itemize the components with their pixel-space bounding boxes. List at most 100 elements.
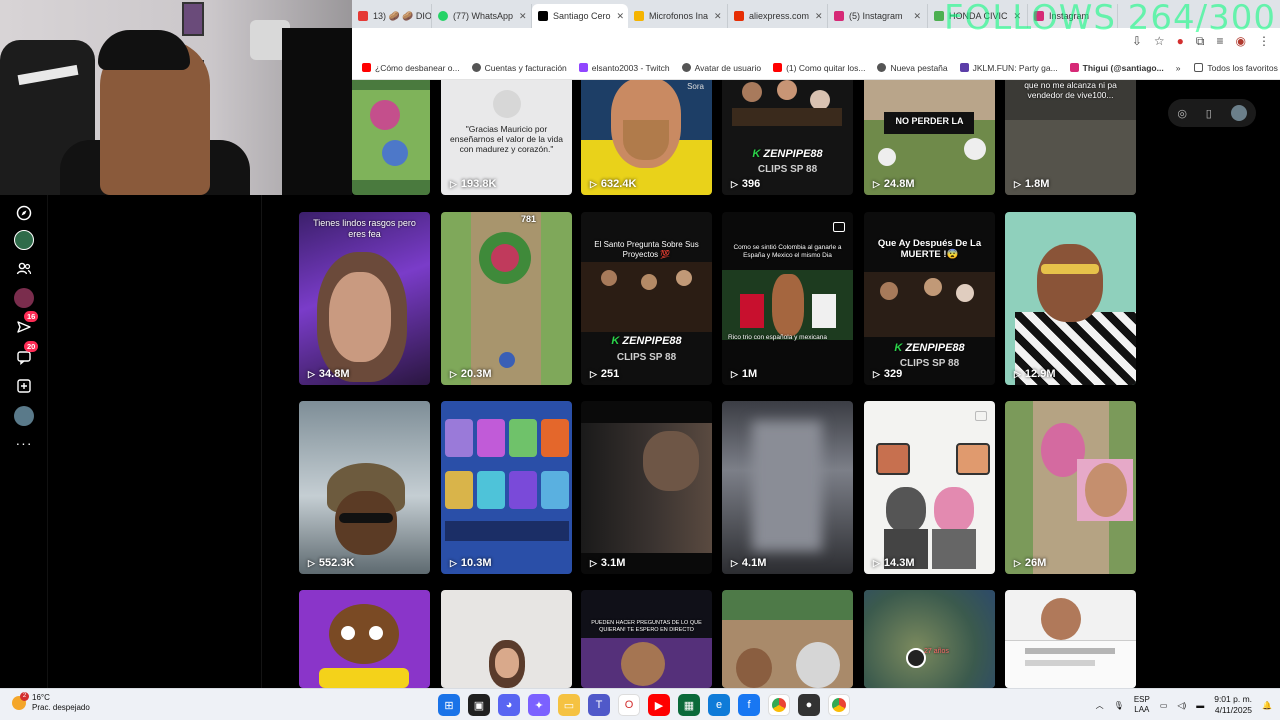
view-count: ▷ 552.3K [308,557,355,569]
weather-widget[interactable]: 2 16°C Prac. despejado [12,692,90,713]
reading-list-icon[interactable]: ≡ [1217,34,1224,49]
bookmark[interactable]: Avatar de usuario [681,63,761,73]
task-view-icon[interactable]: ▣ [468,694,490,716]
globe-icon [681,63,691,72]
bookmarks-more[interactable]: » [1176,63,1181,73]
opera-taskbar-icon[interactable]: O [618,694,640,716]
obs-icon[interactable]: ● [798,694,820,716]
profile-avatar[interactable] [14,406,34,426]
play-icon: ▷ [731,368,738,379]
volume-icon[interactable]: ◁) [1177,701,1186,710]
edge-icon[interactable]: e [708,694,730,716]
video-card[interactable]: "Gracias Mauricio por enseñarnos el valo… [441,60,572,195]
following-avatar[interactable] [14,230,34,250]
chrome-profile-icon[interactable] [828,694,850,716]
copilot-icon[interactable]: ✦ [528,694,550,716]
extensions-icon[interactable]: ⧉ [1196,34,1205,49]
upload-icon[interactable] [12,374,36,398]
video-card[interactable]: ▷ 26M [1005,401,1136,574]
browser-tab[interactable]: Instagram [1028,4,1118,28]
play-icon: ▷ [450,368,457,379]
video-card[interactable]: 781 ▷ 20.3M [441,212,572,385]
clock[interactable]: 9:01 p. m. 4/11/2025 [1214,694,1252,716]
app-icon[interactable]: ▦ [678,694,700,716]
video-caption: Que Ay Después De La MUERTE !😨 [877,238,982,261]
browser-tab[interactable]: aliexpress.com ✕ [728,4,828,28]
video-card[interactable]: ▷ 14.3M [864,401,995,574]
browser-tab-active[interactable]: Santiago Cero ✕ [532,4,628,28]
browser-tab[interactable]: HONDA CIVIC ✕ [928,4,1028,28]
opera-icon[interactable]: ● [1177,34,1184,49]
bookmark[interactable]: Cuentas y facturación [471,63,567,73]
clips-label: CLIPS SP 88 [616,352,677,363]
video-card[interactable] [722,590,853,688]
bookmark[interactable]: Nueva pestaña [877,63,948,73]
video-card[interactable]: ▷ 4.1M [722,401,853,574]
explore-icon[interactable] [12,201,36,225]
video-card[interactable]: ▷ 12.9M [1005,212,1136,385]
install-app-icon[interactable]: ⇩ [1132,34,1142,49]
youtube-taskbar-icon[interactable]: ▶ [648,694,670,716]
tray-overflow-icon[interactable]: ︿ [1096,700,1104,711]
star-icon[interactable]: ☆ [1154,34,1165,49]
zenpipe-label: K ZENPIPE88 [894,342,965,354]
discord-icon[interactable]: ◕ [498,694,520,716]
play-icon: ▷ [873,557,880,568]
file-explorer-icon[interactable]: ▭ [558,694,580,716]
chrome-icon[interactable] [768,694,790,716]
bookmark[interactable]: elsanto2003 - Twitch [578,63,670,73]
profile-icon[interactable]: ◉ [1236,34,1246,49]
video-card[interactable]: El Santo Pregunta Sobre Sus Proyectos 💯 … [581,212,712,385]
bookmark[interactable]: JKLM.FUN: Party ga... [959,63,1058,73]
bookmark[interactable]: ¿Cómo desbanear o... [362,63,460,73]
video-card[interactable]: Tienes lindos rasgos pero eres fea ▷ 34.8… [299,212,430,385]
video-card[interactable]: ▷ 552.3K [299,401,430,574]
language-indicator[interactable]: ESP LAA [1134,695,1150,715]
menu-icon[interactable]: ⋮ [1258,34,1270,49]
facebook-icon[interactable]: f [738,694,760,716]
microphone-icon[interactable]: 🎙 [1114,701,1124,710]
video-card[interactable]: ▷ 3.1M [581,401,712,574]
browser-tab[interactable]: (77) WhatsApp ✕ [432,4,532,28]
browser-tab[interactable]: Microfonos Ina ✕ [628,4,728,28]
play-icon: ▷ [1014,368,1021,379]
browser-tab[interactable]: (5) Instagram ✕ [828,4,928,28]
video-card[interactable]: Como se sintió Colombia al ganarle a Esp… [722,212,853,385]
video-card[interactable]: PUEDEN HACER PREGUNTAS DE LO QUE QUIERAN… [581,590,712,688]
bookmark[interactable]: Thigui (@santiago... [1069,63,1164,73]
view-count: ▷ 193.8K [450,178,497,190]
coin-icon[interactable]: ◎ [1177,107,1187,120]
teams-icon[interactable]: T [588,694,610,716]
windows-start-icon[interactable]: ⊞ [438,694,460,716]
more-icon[interactable]: ··· [12,431,36,455]
network-icon[interactable]: ▭ [1160,701,1168,710]
device-icon[interactable]: ▯ [1206,107,1212,120]
folder-icon [1194,63,1204,72]
video-card[interactable]: 27 años [864,590,995,688]
play-icon: ▷ [1014,178,1021,189]
zenpipe-k-icon: K [611,335,623,347]
battery-icon[interactable]: ▬ [1196,701,1204,710]
video-card[interactable]: Sora ▷ 632.4K [581,60,712,195]
video-card[interactable] [441,590,572,688]
video-card[interactable]: K ZENPIPE88 CLIPS SP 88 ▷ 396 [722,60,853,195]
live-avatar[interactable] [14,288,34,308]
inbox-icon[interactable]: 20 [12,341,39,369]
video-card[interactable]: NO PERDER LA ▷ 24.8M [864,60,995,195]
video-card[interactable]: que no me alcanza ni pa vendedor de vive… [1005,60,1136,195]
user-avatar-icon[interactable] [1230,105,1247,121]
notifications-icon[interactable]: 🔔 [1262,701,1272,710]
play-icon: ▷ [450,178,457,189]
browser-tab[interactable]: 13) 🥔 🥔 DIO [352,4,432,28]
play-icon: ▷ [590,178,597,189]
friends-icon[interactable] [12,257,36,281]
view-count: ▷ 1.8M [1014,178,1050,190]
video-card[interactable] [299,590,430,688]
all-favorites[interactable]: Todos los favoritos [1194,63,1278,73]
video-card[interactable]: Que Ay Después De La MUERTE !😨 K ZENPIPE… [864,212,995,385]
video-card[interactable] [1005,590,1136,688]
messages-icon[interactable]: 16 [12,311,39,339]
bookmark[interactable]: (1) Como quitar los... [773,63,865,73]
video-card-partial[interactable] [352,60,430,195]
video-card[interactable]: ▷ 10.3M [441,401,572,574]
